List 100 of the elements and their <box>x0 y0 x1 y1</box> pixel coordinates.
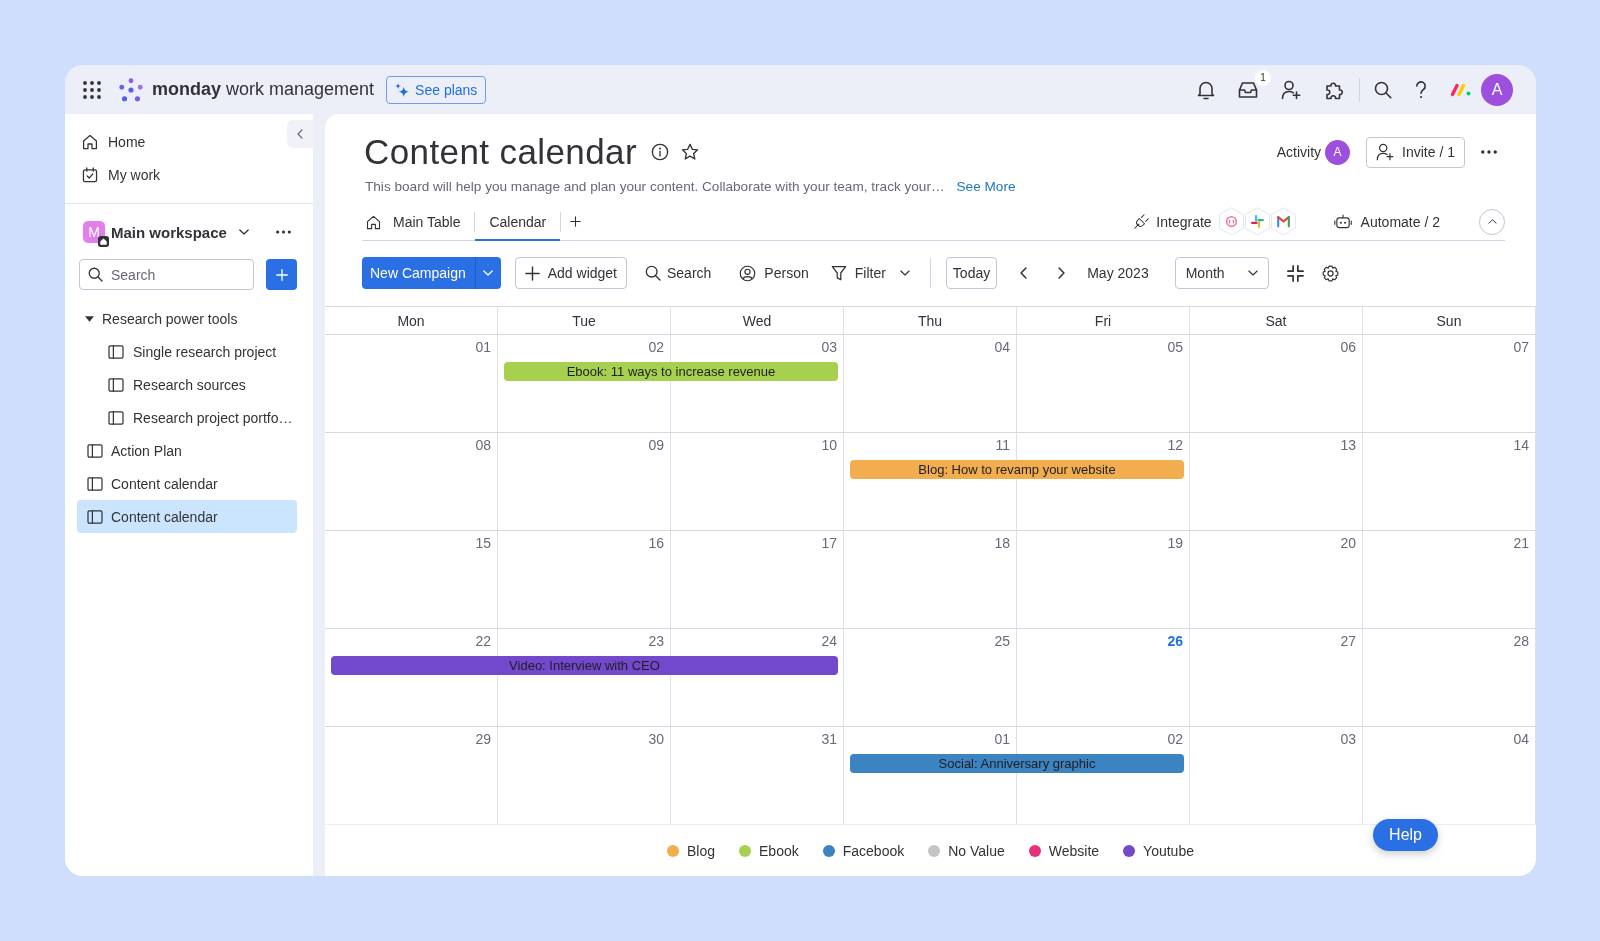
period-label: May 2023 <box>1087 265 1149 281</box>
automate-button[interactable]: Automate / 2 <box>1333 213 1440 230</box>
day-number: 16 <box>648 534 664 553</box>
info-icon[interactable] <box>650 143 669 161</box>
sidebar-item[interactable]: Research project portfo… <box>77 401 297 434</box>
search-field[interactable]: Search <box>79 259 254 290</box>
sidebar-item[interactable]: Single research project <box>77 335 297 368</box>
weekday-header: Thu <box>844 307 1017 334</box>
home-icon <box>98 236 109 247</box>
apps-grid-icon[interactable] <box>83 80 101 99</box>
view-dropdown[interactable]: Month <box>1174 257 1269 289</box>
board-icon <box>108 410 124 425</box>
person-filter-button[interactable]: Person <box>739 257 809 289</box>
add-widget-button[interactable]: Add widget <box>514 257 627 289</box>
day-number: 11 <box>995 436 1010 455</box>
day-number: 01 <box>475 338 491 357</box>
new-item-button[interactable]: New Campaign <box>362 257 475 289</box>
add-button[interactable] <box>266 259 297 290</box>
star-icon[interactable] <box>680 143 699 161</box>
caret-down-icon[interactable] <box>85 315 94 322</box>
chevron-down-icon <box>483 270 494 276</box>
search-icon <box>88 267 103 282</box>
today-button[interactable]: Today <box>945 257 998 289</box>
weekday-header: Tue <box>498 307 671 334</box>
day-number: 09 <box>648 436 664 455</box>
calendar-event[interactable]: Ebook: 11 ways to increase revenue <box>504 362 838 381</box>
new-item-menu-button[interactable] <box>474 257 501 289</box>
slashes-logo-icon[interactable] <box>1450 82 1472 97</box>
more-icon[interactable] <box>276 230 291 234</box>
day-number: 02 <box>1167 730 1183 749</box>
board-icon <box>87 443 103 458</box>
invite-button[interactable]: Invite / 1 <box>1366 136 1465 168</box>
day-number: 04 <box>994 338 1010 357</box>
activity-button[interactable]: Activity <box>1276 144 1322 160</box>
day-number: 12 <box>1167 436 1183 455</box>
person-add-icon[interactable] <box>1281 79 1301 100</box>
inbox-count: 1 <box>1255 69 1271 86</box>
help-button[interactable]: Help <box>1373 819 1438 851</box>
sidebar-item[interactable]: Content calendar <box>77 467 297 500</box>
inbox-icon[interactable] <box>1238 80 1258 99</box>
sidebar-item[interactable]: Content calendar <box>77 500 297 533</box>
plug-icon <box>1134 214 1150 229</box>
chevron-down-icon[interactable] <box>238 229 249 235</box>
chevron-left-icon[interactable] <box>1020 267 1028 279</box>
day-number: 21 <box>1513 534 1529 553</box>
calendar-event[interactable]: Social: Anniversary graphic <box>850 754 1184 773</box>
chevron-up-icon <box>1487 219 1497 224</box>
day-number: 14 <box>1513 436 1529 455</box>
bell-icon[interactable] <box>1197 79 1215 100</box>
product-name: monday work management <box>152 79 375 100</box>
day-number: 10 <box>821 436 837 455</box>
legend-label: Youtube <box>1143 842 1194 859</box>
weekday-header: Fri <box>1017 307 1190 334</box>
help-icon[interactable] <box>1415 80 1427 99</box>
day-number: 03 <box>821 338 837 357</box>
collapse-icon[interactable] <box>1286 264 1304 282</box>
user-avatar[interactable]: A <box>1481 73 1513 106</box>
search-icon[interactable] <box>1374 80 1392 99</box>
plus-icon <box>524 265 540 281</box>
weekday-header: Wed <box>671 307 844 334</box>
sidebar-item[interactable]: Research sources <box>77 368 297 401</box>
sidebar-item[interactable]: Action Plan <box>77 434 297 467</box>
see-plans-button[interactable]: See plans <box>386 75 487 104</box>
sidebar-item[interactable]: My work <box>77 158 273 191</box>
day-number: 26 <box>1167 632 1183 651</box>
day-number: 20 <box>1340 534 1356 553</box>
board-description: This board will help you manage and plan your content. Collaborate with your team, track your… <box>365 178 945 194</box>
settings-icon[interactable] <box>1321 264 1339 282</box>
chevron-right-icon[interactable] <box>1058 267 1066 279</box>
pinwheel-hex-icon[interactable] <box>1243 207 1271 236</box>
day-number: 19 <box>1167 534 1183 553</box>
day-number: 13 <box>1340 436 1356 455</box>
legend-label: Facebook <box>842 842 905 859</box>
board-icon <box>108 344 124 359</box>
view-tab[interactable]: Main Table <box>362 203 475 241</box>
filter-button[interactable]: Filter <box>830 257 910 289</box>
search-button[interactable]: Search <box>645 257 712 289</box>
puzzle-icon[interactable] <box>1324 79 1344 100</box>
workspace-name[interactable]: Main workspace <box>111 223 227 241</box>
more-icon[interactable] <box>1481 150 1497 154</box>
day-number: 05 <box>1167 338 1183 357</box>
weekday-header: Sun <box>1363 307 1536 334</box>
home-icon <box>366 214 381 230</box>
sparkle-icon <box>395 82 410 97</box>
day-number: 03 <box>1340 730 1356 749</box>
day-number: 29 <box>475 730 491 749</box>
day-number: 01 <box>994 730 1010 749</box>
plus-icon[interactable] <box>570 216 582 227</box>
board-title: Content calendar <box>364 132 637 172</box>
day-number: 23 <box>648 632 664 651</box>
integrate-button[interactable]: Integrate <box>1134 213 1212 230</box>
robot-icon <box>1333 214 1352 229</box>
see-more-link[interactable]: See More <box>956 178 1016 194</box>
calendar-event[interactable]: Blog: How to revamp your website <box>850 460 1184 479</box>
sidebar-item[interactable]: Research power tools <box>77 302 297 335</box>
legend-label: Blog <box>687 842 716 859</box>
board-icon <box>87 476 103 491</box>
legend-label: No Value <box>948 842 1005 859</box>
envelope-hex-icon[interactable] <box>1269 207 1297 236</box>
sidebar-item[interactable]: Home <box>77 125 273 158</box>
